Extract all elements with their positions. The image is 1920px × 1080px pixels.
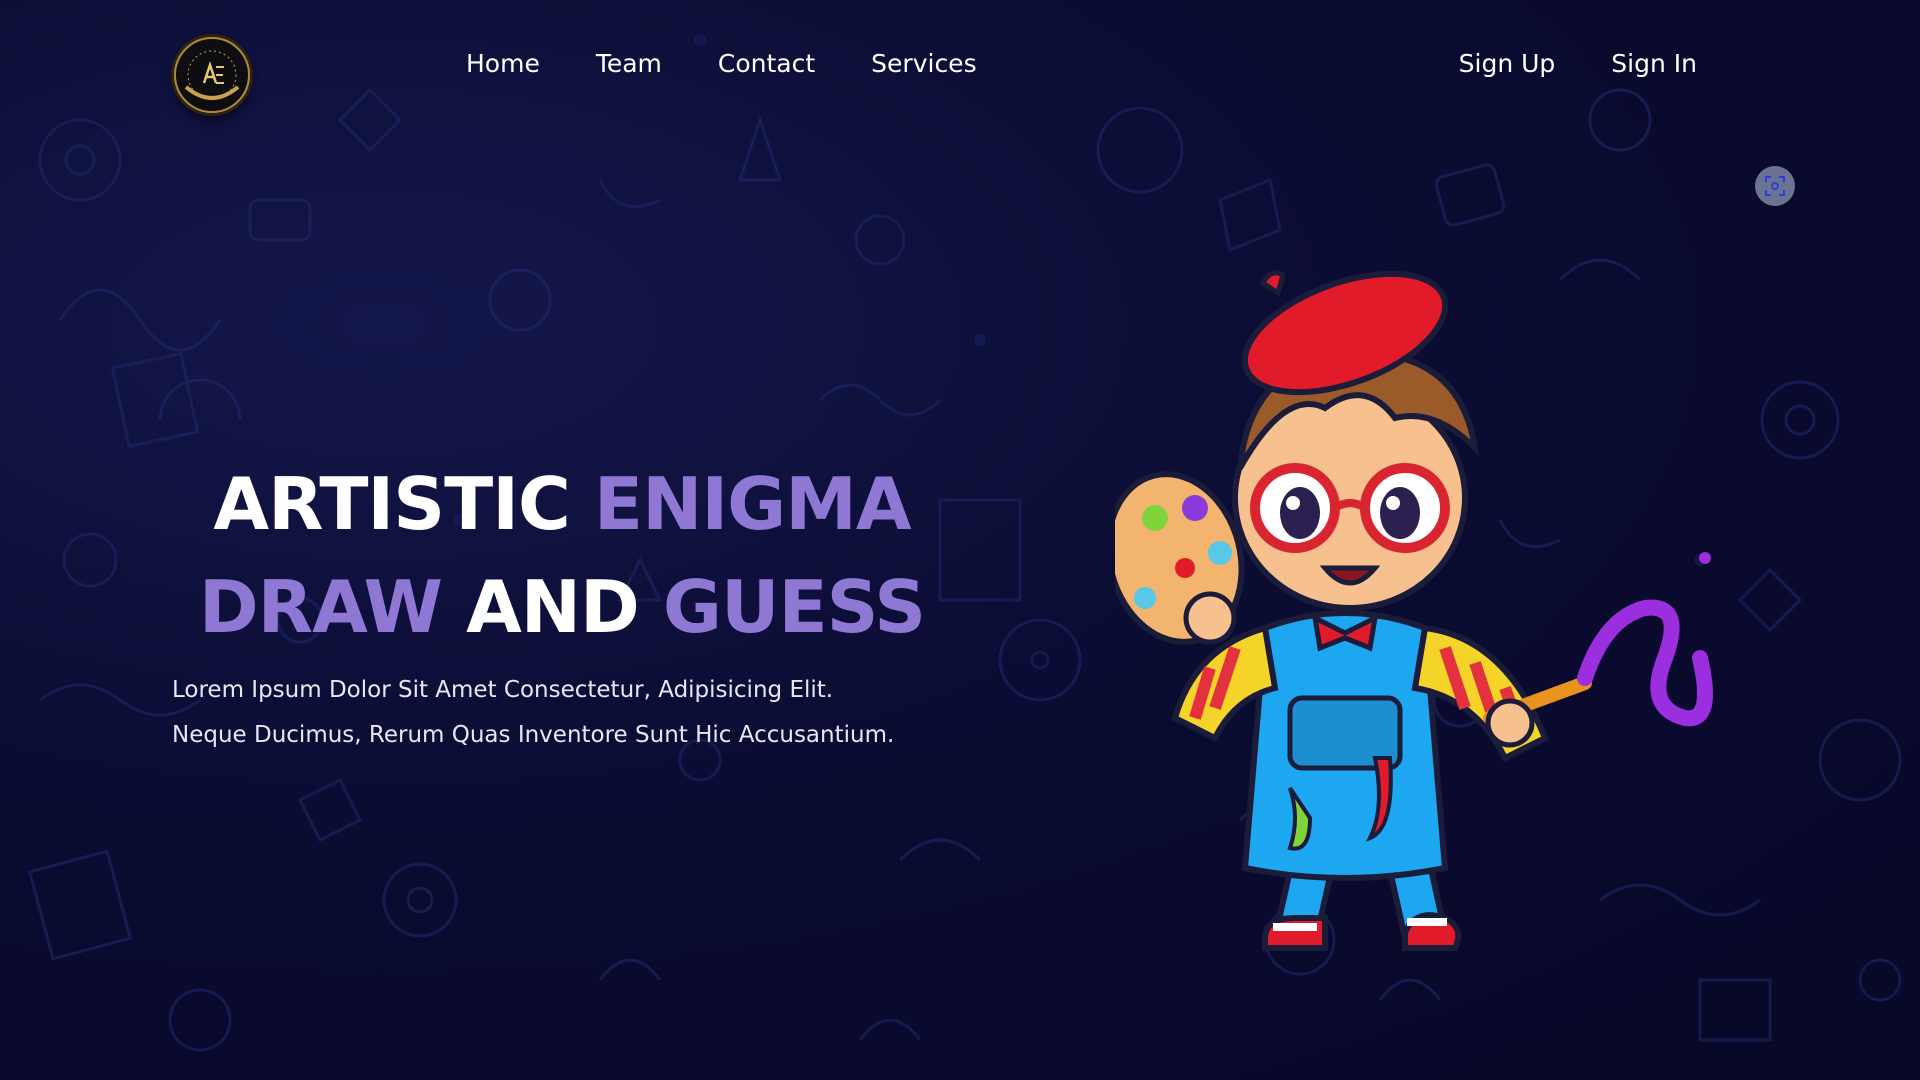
- nav-team-link[interactable]: Team: [596, 44, 662, 84]
- focus-scan-icon: [1765, 176, 1785, 196]
- main-nav: Home Team Contact Services: [466, 44, 977, 84]
- sign-up-link[interactable]: Sign Up: [1459, 44, 1556, 84]
- hero-description: Lorem Ipsum Dolor Sit Amet Consectetur, …: [172, 677, 895, 748]
- nav-home-link[interactable]: Home: [466, 44, 540, 84]
- focus-scan-button[interactable]: [1755, 166, 1795, 206]
- hero-word-guess: GUESS: [662, 565, 926, 649]
- hero-word-and: AND: [466, 565, 640, 649]
- logo-icon: [184, 50, 240, 100]
- hero-word-enigma: ENIGMA: [593, 462, 912, 546]
- nav-contact-link[interactable]: Contact: [718, 44, 815, 84]
- painter-boy-illustration: [1115, 270, 1713, 951]
- hero-title-line-2: DRAW AND GUESS: [0, 565, 1124, 649]
- hero-title-line-1: ARTISTIC ENIGMA: [0, 462, 1124, 546]
- hero-word-artistic: ARTISTIC: [213, 462, 570, 546]
- sign-in-link[interactable]: Sign In: [1611, 44, 1697, 84]
- hero-word-draw: DRAW: [198, 565, 443, 649]
- auth-links: Sign Up Sign In: [1459, 44, 1697, 84]
- logo[interactable]: [174, 37, 250, 113]
- nav-services-link[interactable]: Services: [871, 44, 976, 84]
- landing-page: Home Team Contact Services Sign Up Sign …: [0, 0, 1920, 1080]
